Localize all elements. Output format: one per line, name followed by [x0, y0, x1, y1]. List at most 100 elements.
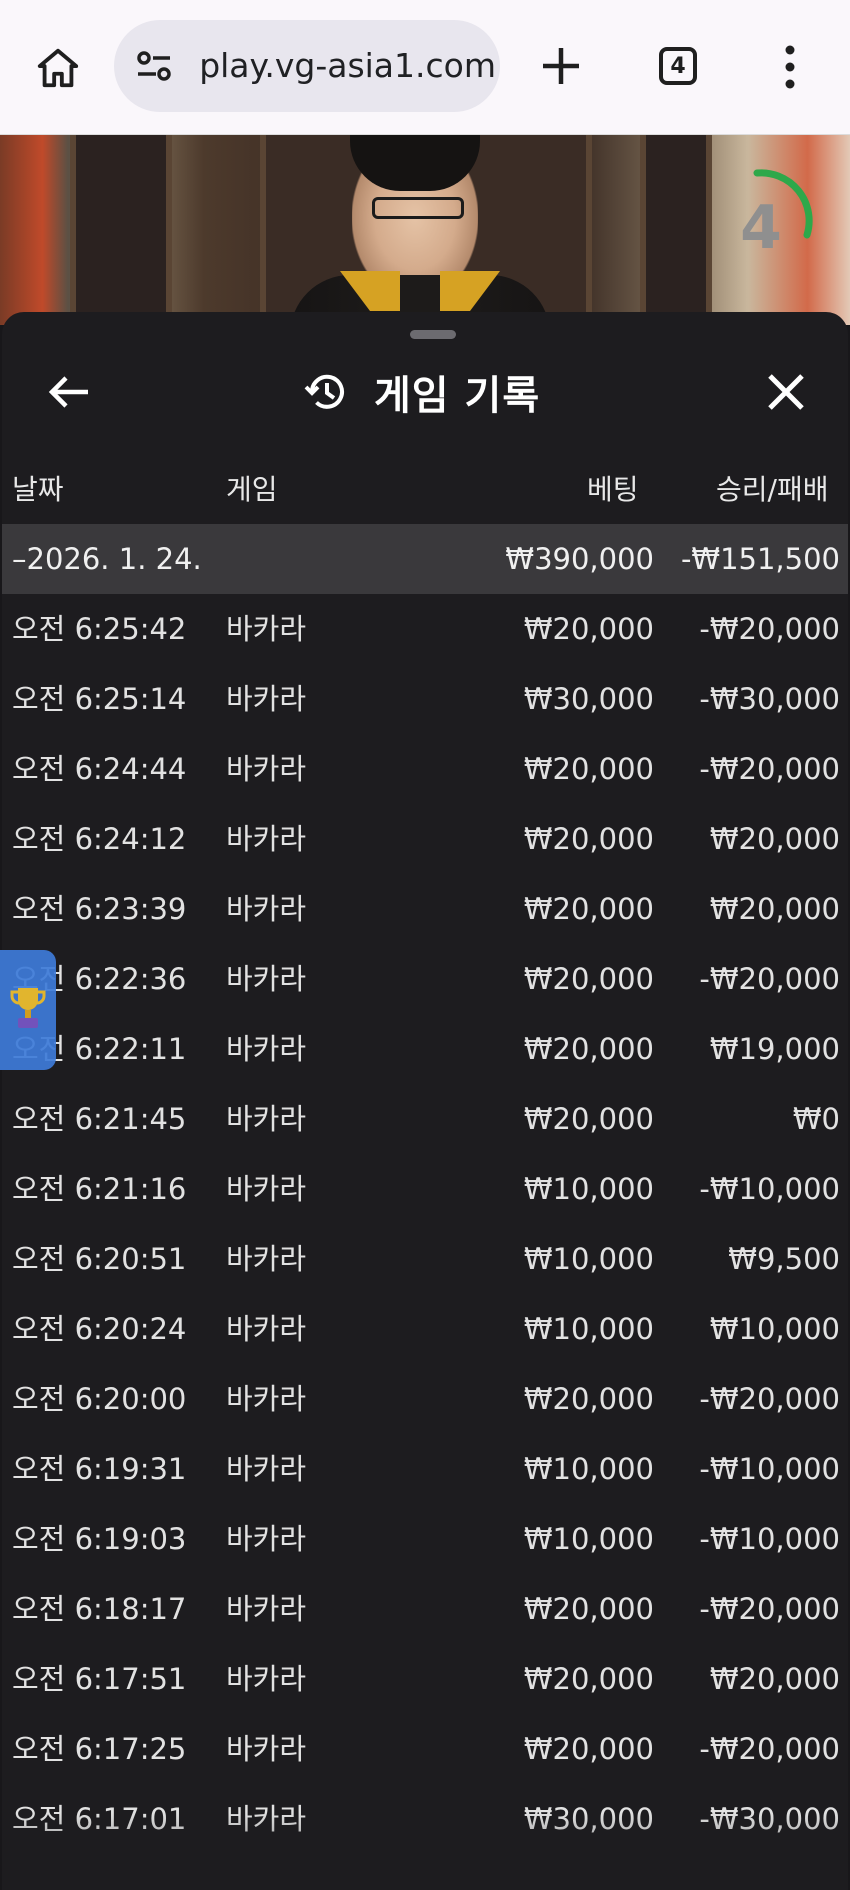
more-vert-icon [785, 45, 795, 89]
column-header-result[interactable]: 승리/패배 [716, 470, 828, 510]
dealer-collar [340, 271, 400, 311]
row-time: 오전 6:25:42 [12, 612, 187, 646]
date-group-summary-row[interactable]: –2026. 1. 24. ₩390,000 -₩151,500 [2, 524, 848, 594]
row-bet: ₩20,000 [523, 822, 654, 856]
new-tab-button[interactable] [535, 38, 587, 94]
row-game: 바카라 [226, 1032, 307, 1066]
row-result: ₩19,000 [709, 1032, 840, 1066]
row-game: 바카라 [226, 1172, 307, 1206]
row-bet: ₩20,000 [523, 612, 654, 646]
row-result: ₩0 [792, 1102, 840, 1136]
table-row[interactable]: 오전 6:22:36 바카라 ₩20,000 -₩20,000 [2, 944, 848, 1014]
row-bet: ₩20,000 [523, 752, 654, 786]
game-history-sheet: 게임 기록 날짜 게임 베팅 승리/패배 –2026. 1. 24. ₩390,… [2, 312, 848, 1890]
row-time: 오전 6:17:51 [12, 1662, 187, 1696]
row-bet: ₩10,000 [523, 1242, 654, 1276]
row-time: 오전 6:19:31 [12, 1452, 187, 1486]
row-time: 오전 6:17:25 [12, 1732, 187, 1766]
plus-icon [543, 48, 579, 84]
row-game: 바카라 [226, 1522, 307, 1556]
row-bet: ₩10,000 [523, 1452, 654, 1486]
back-button[interactable] [42, 364, 98, 420]
column-header-game[interactable]: 게임 [226, 470, 278, 510]
row-bet: ₩20,000 [523, 1732, 654, 1766]
summary-date: –2026. 1. 24. [12, 542, 202, 576]
sheet-header: 게임 기록 [302, 362, 562, 422]
table-row[interactable]: 오전 6:20:24 바카라 ₩10,000 ₩10,000 [2, 1294, 848, 1364]
row-bet: ₩20,000 [523, 1382, 654, 1416]
row-game: 바카라 [226, 1312, 307, 1346]
table-row[interactable]: 오전 6:20:00 바카라 ₩20,000 -₩20,000 [2, 1364, 848, 1434]
countdown-timer: 4 [740, 193, 782, 263]
table-row[interactable]: 오전 6:17:25 바카라 ₩20,000 -₩20,000 [2, 1714, 848, 1784]
row-bet: ₩20,000 [523, 1662, 654, 1696]
row-result: -₩10,000 [699, 1172, 840, 1206]
more-menu-button[interactable] [780, 44, 800, 90]
table-row[interactable]: 오전 6:21:45 바카라 ₩20,000 ₩0 [2, 1084, 848, 1154]
url-text[interactable]: play.vg-asia1.com [176, 44, 496, 88]
table-row[interactable]: 오전 6:25:14 바카라 ₩30,000 -₩30,000 [2, 664, 848, 734]
scroll-fade [2, 1812, 848, 1890]
tab-count: 4 [670, 53, 686, 79]
trophy-icon [10, 988, 46, 1028]
table-row[interactable]: 오전 6:17:51 바카라 ₩20,000 ₩20,000 [2, 1644, 848, 1714]
table-row[interactable]: 오전 6:19:31 바카라 ₩10,000 -₩10,000 [2, 1434, 848, 1504]
row-time: 오전 6:20:51 [12, 1242, 187, 1276]
close-button[interactable] [758, 364, 814, 420]
row-game: 바카라 [226, 1662, 307, 1696]
summary-bet-total: ₩390,000 [505, 542, 654, 576]
table-row[interactable]: 오전 6:23:39 바카라 ₩20,000 ₩20,000 [2, 874, 848, 944]
row-result: -₩10,000 [699, 1522, 840, 1556]
table-row[interactable]: 오전 6:22:11 바카라 ₩20,000 ₩19,000 [2, 1014, 848, 1084]
table-row[interactable]: 오전 6:21:16 바카라 ₩10,000 -₩10,000 [2, 1154, 848, 1224]
history-list: 오전 6:25:42 바카라 ₩20,000 -₩20,000 오전 6:25:14 바… [2, 594, 848, 1854]
row-bet: ₩10,000 [523, 1312, 654, 1346]
row-result: ₩20,000 [709, 1662, 840, 1696]
row-result: -₩20,000 [699, 1732, 840, 1766]
tab-switcher-button[interactable]: 4 [659, 47, 697, 85]
table-row[interactable]: 오전 6:24:12 바카라 ₩20,000 ₩20,000 [2, 804, 848, 874]
table-row[interactable]: 오전 6:18:17 바카라 ₩20,000 -₩20,000 [2, 1574, 848, 1644]
home-button[interactable] [30, 40, 86, 96]
tune-icon[interactable] [134, 48, 174, 84]
row-time: 오전 6:20:00 [12, 1382, 187, 1416]
row-game: 바카라 [226, 1452, 307, 1486]
browser-toolbar: play.vg-asia1.com 4 [0, 0, 850, 135]
url-value: play.vg-asia1.com [199, 46, 496, 85]
row-result: ₩9,500 [728, 1242, 840, 1276]
dealer-collar [440, 271, 500, 311]
column-header-date[interactable]: 날짜 [12, 470, 64, 510]
home-icon [37, 48, 79, 88]
table-row[interactable]: 오전 6:19:03 바카라 ₩10,000 -₩10,000 [2, 1504, 848, 1574]
address-bar[interactable]: play.vg-asia1.com [114, 20, 500, 112]
dealer-glasses [372, 197, 464, 219]
table-row[interactable]: 오전 6:24:44 바카라 ₩20,000 -₩20,000 [2, 734, 848, 804]
row-bet: ₩20,000 [523, 892, 654, 926]
backdrop-panel [70, 135, 172, 325]
table-row[interactable]: 오전 6:20:51 바카라 ₩10,000 ₩9,500 [2, 1224, 848, 1294]
row-game: 바카라 [226, 1592, 307, 1626]
row-time: 오전 6:24:44 [12, 752, 187, 786]
summary-result-total: -₩151,500 [680, 542, 840, 576]
row-bet: ₩30,000 [523, 682, 654, 716]
sheet-drag-handle[interactable] [410, 330, 456, 339]
row-time: 오전 6:19:03 [12, 1522, 187, 1556]
row-game: 바카라 [226, 1382, 307, 1416]
row-game: 바카라 [226, 822, 307, 856]
row-time: 오전 6:21:45 [12, 1102, 187, 1136]
row-time: 오전 6:18:17 [12, 1592, 187, 1626]
row-result: -₩20,000 [699, 1382, 840, 1416]
row-time: 오전 6:20:24 [12, 1312, 187, 1346]
row-bet: ₩10,000 [523, 1172, 654, 1206]
trophy-side-tab[interactable] [0, 950, 56, 1070]
row-result: ₩10,000 [709, 1312, 840, 1346]
column-header-bet[interactable]: 베팅 [587, 470, 639, 510]
row-result: ₩20,000 [709, 892, 840, 926]
row-result: -₩10,000 [699, 1452, 840, 1486]
table-row[interactable]: 오전 6:25:42 바카라 ₩20,000 -₩20,000 [2, 594, 848, 664]
row-result: -₩20,000 [699, 752, 840, 786]
row-game: 바카라 [226, 752, 307, 786]
sheet-title: 게임 기록 [374, 373, 541, 419]
row-result: -₩20,000 [699, 962, 840, 996]
row-game: 바카라 [226, 682, 307, 716]
